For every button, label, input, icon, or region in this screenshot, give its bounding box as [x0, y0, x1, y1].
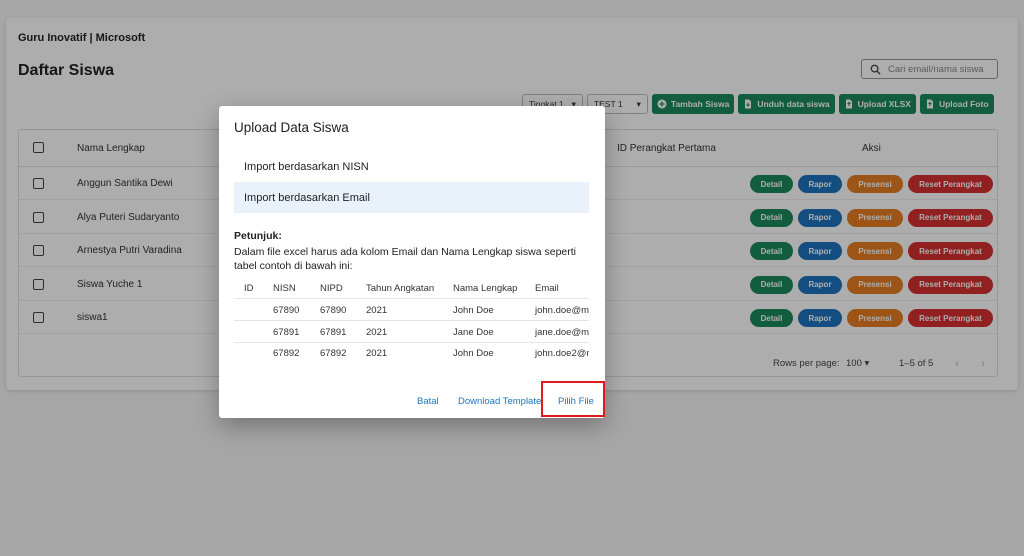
example-cell: 67891 [273, 326, 300, 338]
example-cell: 2021 [366, 326, 388, 338]
example-row: 67891 67891 2021 Jane Doe jane.doe@mail.com [234, 321, 589, 343]
example-cell: Jane Doe [453, 326, 494, 338]
hint-heading: Petunjuk: [234, 230, 282, 242]
example-cell: 67892 [273, 348, 300, 359]
cancel-button[interactable]: Batal [417, 396, 439, 407]
hint-text: Dalam file excel harus ada kolom Email d… [234, 246, 576, 272]
example-header-cell: NISN [273, 283, 296, 294]
example-cell: John Doe [453, 348, 494, 359]
example-row: 67890 67890 2021 John Doe john.doe@mail.com [234, 299, 589, 321]
example-header-cell: Nama Lengkap [453, 283, 518, 294]
example-cell: 67892 [320, 348, 347, 359]
download-template-button[interactable]: Download Template [458, 396, 541, 407]
example-cell: john.doe@mail.com [535, 305, 589, 316]
option-import-nisn[interactable]: Import berdasarkan NISN [234, 151, 589, 182]
example-cell: 2021 [366, 305, 388, 316]
example-header-cell: ID [244, 283, 254, 294]
example-cell: 67890 [273, 305, 300, 316]
example-cell: john.doe2@mail.com [535, 348, 589, 359]
highlight-box [541, 381, 605, 417]
example-cell: 67891 [320, 326, 347, 338]
example-row: 67892 67892 2021 John Doe john.doe2@mail.com [234, 342, 589, 363]
example-table: ID NISN NIPD Tahun Angkatan Nama Lengkap Emai… [234, 277, 589, 363]
example-header-cell: NIPD [320, 283, 343, 294]
dialog-title: Upload Data Siswa [234, 120, 349, 135]
example-cell: jane.doe@mail.com [535, 326, 589, 338]
example-cell: 2021 [366, 348, 388, 359]
upload-dialog: Upload Data Siswa Import berdasarkan NIS… [219, 106, 605, 418]
example-header-cell: Tahun Angkatan [366, 283, 435, 294]
option-import-email[interactable]: Import berdasarkan Email [234, 182, 589, 213]
example-cell: John Doe [453, 305, 494, 316]
example-header-row: ID NISN NIPD Tahun Angkatan Nama Lengkap Emai… [234, 277, 589, 299]
example-header-cell: Email [535, 283, 559, 294]
example-cell: 67890 [320, 305, 347, 316]
